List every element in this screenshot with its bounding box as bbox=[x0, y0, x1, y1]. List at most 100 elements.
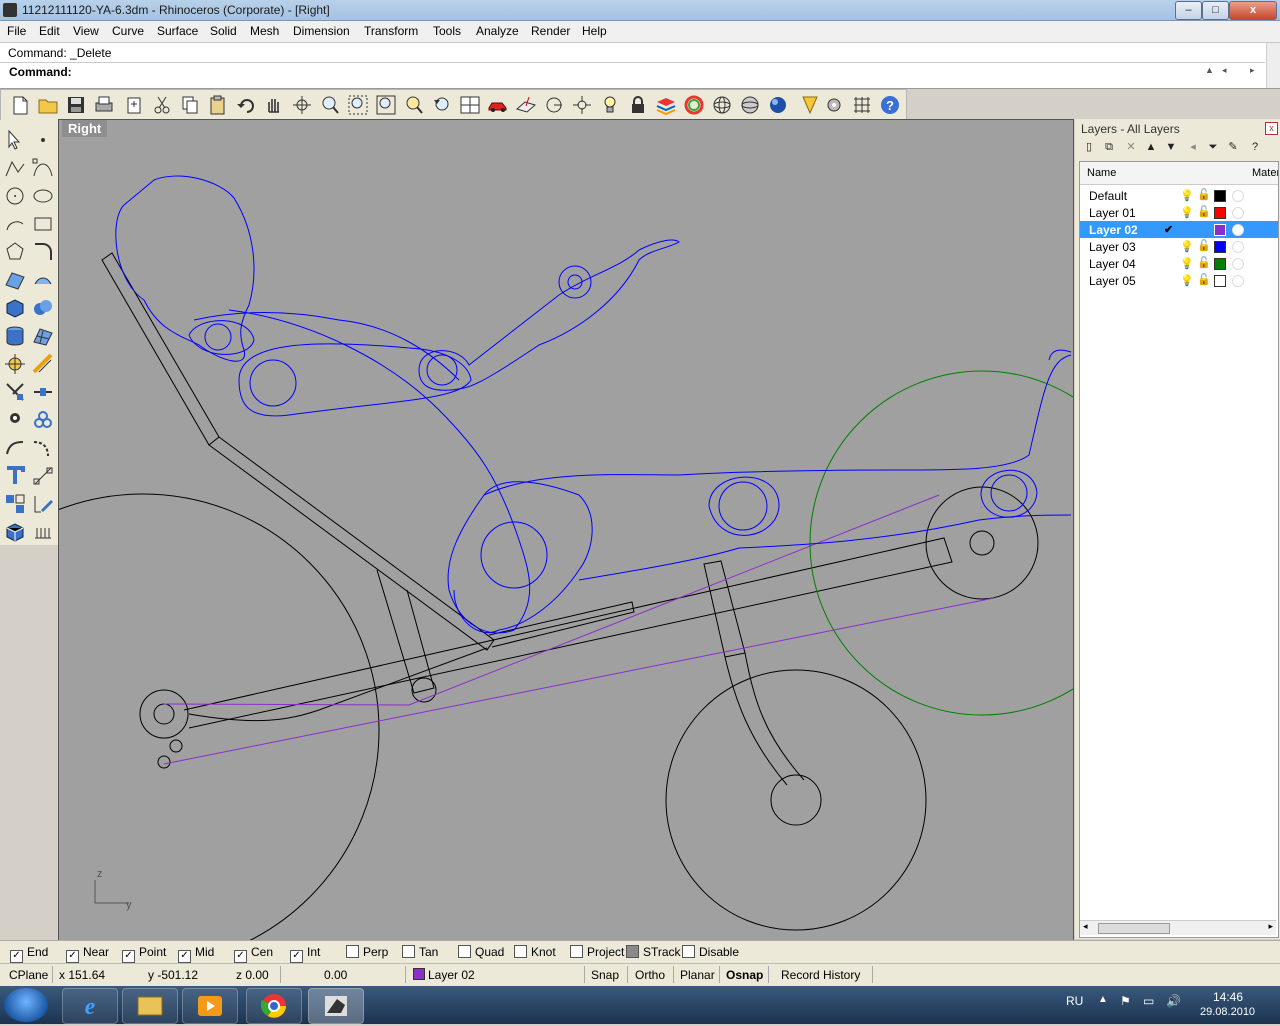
material-icon[interactable] bbox=[1232, 275, 1244, 287]
move-up-icon[interactable]: ▲ bbox=[1143, 139, 1159, 155]
arrow-left-icon[interactable]: ◂ bbox=[1222, 65, 1227, 76]
menu-analyze[interactable]: Analyze bbox=[476, 24, 519, 38]
car-icon[interactable] bbox=[487, 94, 509, 116]
rectangle-icon[interactable] bbox=[31, 212, 55, 236]
arc-icon[interactable] bbox=[3, 212, 27, 236]
menu-transform[interactable]: Transform bbox=[364, 24, 418, 38]
fillet-icon[interactable] bbox=[31, 240, 55, 264]
trim-icon[interactable] bbox=[3, 380, 27, 404]
split-icon[interactable] bbox=[31, 352, 55, 376]
checkbox-unchecked-icon[interactable] bbox=[514, 945, 527, 958]
unlock-icon[interactable]: 🔓 bbox=[1197, 239, 1211, 252]
import-icon[interactable] bbox=[123, 94, 145, 116]
layer-row-03[interactable]: Layer 03 💡 🔓 bbox=[1080, 238, 1278, 255]
menu-dimension[interactable]: Dimension bbox=[293, 24, 350, 38]
zoom-icon[interactable] bbox=[319, 94, 341, 116]
lightbulb-on-icon[interactable]: 💡 bbox=[1180, 274, 1194, 287]
new-sublayer-icon[interactable]: ⧉ bbox=[1101, 139, 1117, 155]
planar-toggle[interactable]: Planar bbox=[680, 968, 715, 982]
menu-curve[interactable]: Curve bbox=[112, 24, 144, 38]
point-icon[interactable] bbox=[31, 128, 55, 152]
osnap-end[interactable]: ✓ End bbox=[10, 945, 48, 963]
menu-edit[interactable]: Edit bbox=[39, 24, 60, 38]
checkbox-unchecked-icon[interactable] bbox=[682, 945, 695, 958]
network-error-icon[interactable]: ⚑ bbox=[1120, 994, 1131, 1008]
edit-points-icon[interactable] bbox=[31, 492, 55, 516]
menu-file[interactable]: File bbox=[7, 24, 26, 38]
unlock-icon[interactable]: 🔓 bbox=[1197, 188, 1211, 201]
command-input[interactable] bbox=[72, 64, 1196, 81]
checkbox-unchecked-icon[interactable] bbox=[346, 945, 359, 958]
undo-icon[interactable] bbox=[235, 94, 257, 116]
close-button[interactable]: x bbox=[1229, 1, 1277, 20]
grid-snap-icon[interactable] bbox=[3, 492, 27, 516]
material-icon[interactable] bbox=[1232, 207, 1244, 219]
light-icon[interactable] bbox=[799, 94, 821, 116]
command-scrollbar[interactable] bbox=[1266, 43, 1280, 88]
text-icon[interactable] bbox=[3, 464, 27, 488]
checkbox-checked-icon[interactable]: ✓ bbox=[234, 950, 247, 963]
layers-close-icon[interactable]: x bbox=[1265, 122, 1278, 135]
undo-view-icon[interactable] bbox=[431, 94, 453, 116]
volume-icon[interactable]: 🔊 bbox=[1166, 994, 1181, 1008]
material-icon[interactable] bbox=[1232, 241, 1244, 253]
menu-render[interactable]: Render bbox=[531, 24, 570, 38]
osnap-disable[interactable]: Disable bbox=[682, 945, 739, 959]
material-icon[interactable] bbox=[1232, 258, 1244, 270]
rotate-view-icon[interactable] bbox=[291, 94, 313, 116]
col-material-header[interactable]: Mater bbox=[1252, 162, 1278, 184]
menu-tools[interactable]: Tools bbox=[433, 24, 461, 38]
help-icon[interactable]: ? bbox=[879, 94, 901, 116]
surface-icon[interactable] bbox=[3, 268, 27, 292]
circle-icon[interactable] bbox=[3, 184, 27, 208]
render-ghosted-icon[interactable] bbox=[739, 94, 761, 116]
layer-color-swatch[interactable] bbox=[1214, 258, 1226, 270]
solid-box-icon[interactable] bbox=[3, 520, 27, 544]
snap-toggle[interactable]: Snap bbox=[591, 968, 619, 982]
layer-row-02[interactable]: Layer 02 ✔ bbox=[1080, 221, 1278, 238]
checkbox-unchecked-icon[interactable] bbox=[402, 945, 415, 958]
osnap-tan[interactable]: Tan bbox=[402, 945, 438, 959]
lightbulb-on-icon[interactable]: 💡 bbox=[1180, 240, 1194, 253]
checkbox-unchecked-icon[interactable] bbox=[458, 945, 471, 958]
curve-cv-icon[interactable] bbox=[31, 156, 55, 180]
box-icon[interactable] bbox=[3, 296, 27, 320]
checkbox-checked-icon[interactable]: ✓ bbox=[122, 950, 135, 963]
polygon-icon[interactable] bbox=[3, 240, 27, 264]
checkbox-checked-icon[interactable]: ✓ bbox=[290, 950, 303, 963]
help-icon[interactable]: ? bbox=[1247, 139, 1263, 155]
drawing-canvas[interactable]: z y bbox=[59, 120, 1073, 940]
osnap-point[interactable]: ✓ Point bbox=[122, 945, 166, 963]
menu-help[interactable]: Help bbox=[582, 24, 607, 38]
osnap-mid[interactable]: ✓ Mid bbox=[178, 945, 214, 963]
layer-color-swatch[interactable] bbox=[1214, 241, 1226, 253]
menu-solid[interactable]: Solid bbox=[210, 24, 237, 38]
osnap-icon[interactable] bbox=[571, 94, 593, 116]
lock-icon[interactable] bbox=[627, 94, 649, 116]
rhino-icon[interactable] bbox=[308, 988, 364, 1024]
scroll-right-icon[interactable]: ▸ bbox=[1268, 921, 1273, 932]
windows-start-icon[interactable] bbox=[4, 988, 48, 1022]
lightbulb-on-icon[interactable]: 💡 bbox=[1180, 257, 1194, 270]
osnap-int[interactable]: ✓ Int bbox=[290, 945, 320, 963]
layer-row-default[interactable]: Default 💡 🔓 bbox=[1080, 187, 1278, 204]
current-layer-indicator[interactable]: Layer 02 bbox=[413, 968, 475, 982]
ortho-toggle[interactable]: Ortho bbox=[635, 968, 665, 982]
layer-icon[interactable] bbox=[655, 94, 677, 116]
layers-horizontal-scrollbar[interactable]: ◂ ▸ bbox=[1080, 920, 1276, 935]
osnap-near[interactable]: ✓ Near bbox=[66, 945, 109, 963]
osnap-toggle[interactable]: Osnap bbox=[726, 968, 763, 982]
material-icon[interactable] bbox=[1232, 190, 1244, 202]
language-indicator[interactable]: RU bbox=[1066, 994, 1083, 1008]
tools-icon[interactable]: ✎ bbox=[1225, 139, 1241, 155]
color-wheel-icon[interactable] bbox=[683, 94, 705, 116]
unlock-icon[interactable]: 🔓 bbox=[1197, 273, 1211, 286]
cplane-origin-icon[interactable] bbox=[543, 94, 565, 116]
osnap-knot[interactable]: Knot bbox=[514, 945, 556, 959]
print-icon[interactable] bbox=[93, 94, 115, 116]
layer-color-swatch[interactable] bbox=[1214, 275, 1226, 287]
minimize-button[interactable]: – bbox=[1175, 1, 1202, 20]
options-icon[interactable] bbox=[823, 94, 845, 116]
blend-icon[interactable] bbox=[31, 436, 55, 460]
offset-icon[interactable] bbox=[3, 436, 27, 460]
